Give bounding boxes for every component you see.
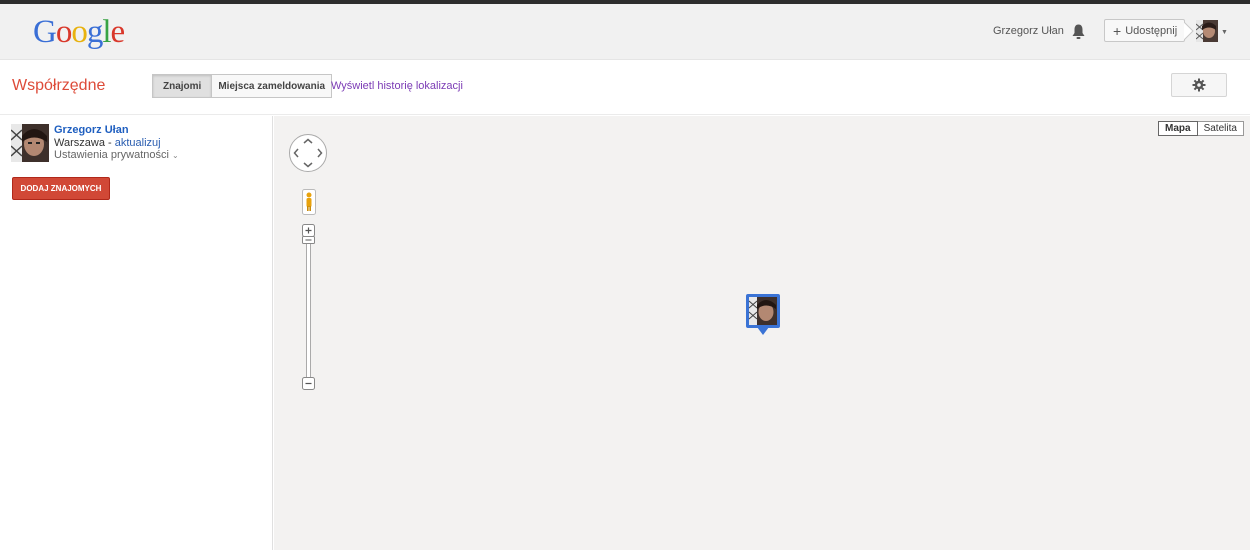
map-canvas[interactable]: Mapa Satelita (274, 116, 1250, 550)
avatar[interactable] (1196, 20, 1218, 42)
tab-friends[interactable]: Znajomi (152, 74, 213, 98)
chevron-down-icon[interactable]: ▼ (1221, 29, 1228, 36)
pegman-icon[interactable] (302, 189, 316, 215)
sidebar: Grzegorz Ułan Warszawa - aktualizuj Usta… (0, 116, 273, 550)
user-location: Warszawa - aktualizuj (54, 137, 161, 149)
location-separator: - (104, 137, 115, 149)
share-button-label: Udostępnij (1125, 24, 1178, 37)
map-type-switcher: Mapa Satelita (1158, 121, 1244, 136)
zoom-slider-track[interactable] (306, 236, 311, 378)
update-location-link[interactable]: aktualizuj (115, 137, 161, 149)
toolbar: Współrzędne Znajomi Miejsca zameldowania… (0, 61, 1250, 115)
share-button[interactable]: + Udostępnij (1104, 19, 1185, 42)
google-logo[interactable]: Google (33, 12, 125, 52)
header-bar: Google Grzegorz Ułan + Udostępnij ▼ (0, 4, 1250, 60)
bell-icon[interactable] (1071, 23, 1086, 40)
view-tabs: Znajomi Miejsca zameldowania (152, 74, 333, 98)
user-name-link[interactable]: Grzegorz Ułan (54, 124, 129, 136)
pan-control[interactable] (288, 133, 328, 173)
header-user-name[interactable]: Grzegorz Ułan (993, 25, 1064, 37)
page-title: Współrzędne (12, 77, 106, 94)
location-history-link[interactable]: Wyświetl historię lokalizacji (331, 80, 463, 92)
settings-button[interactable] (1171, 73, 1227, 97)
avatar[interactable] (11, 124, 49, 162)
map-type-map[interactable]: Mapa (1158, 121, 1198, 136)
tab-check-in-places[interactable]: Miejsca zameldowania (212, 74, 333, 98)
gear-icon (1192, 78, 1206, 92)
privacy-settings-label: Ustawienia prywatności (54, 149, 169, 161)
user-location-city: Warszawa (54, 137, 105, 149)
privacy-settings-dropdown[interactable]: Ustawienia prywatności ⌄ (54, 149, 179, 161)
plus-icon: + (1113, 22, 1122, 39)
user-location-marker[interactable] (745, 293, 781, 337)
chevron-down-icon: ⌄ (172, 151, 179, 160)
zoom-out-button[interactable] (302, 377, 315, 390)
zoom-slider-handle[interactable] (302, 236, 315, 244)
share-arrow-decoration (1184, 22, 1194, 40)
add-friends-button[interactable]: DODAJ ZNAJOMYCH (12, 177, 110, 200)
map-type-satellite[interactable]: Satelita (1197, 121, 1244, 136)
